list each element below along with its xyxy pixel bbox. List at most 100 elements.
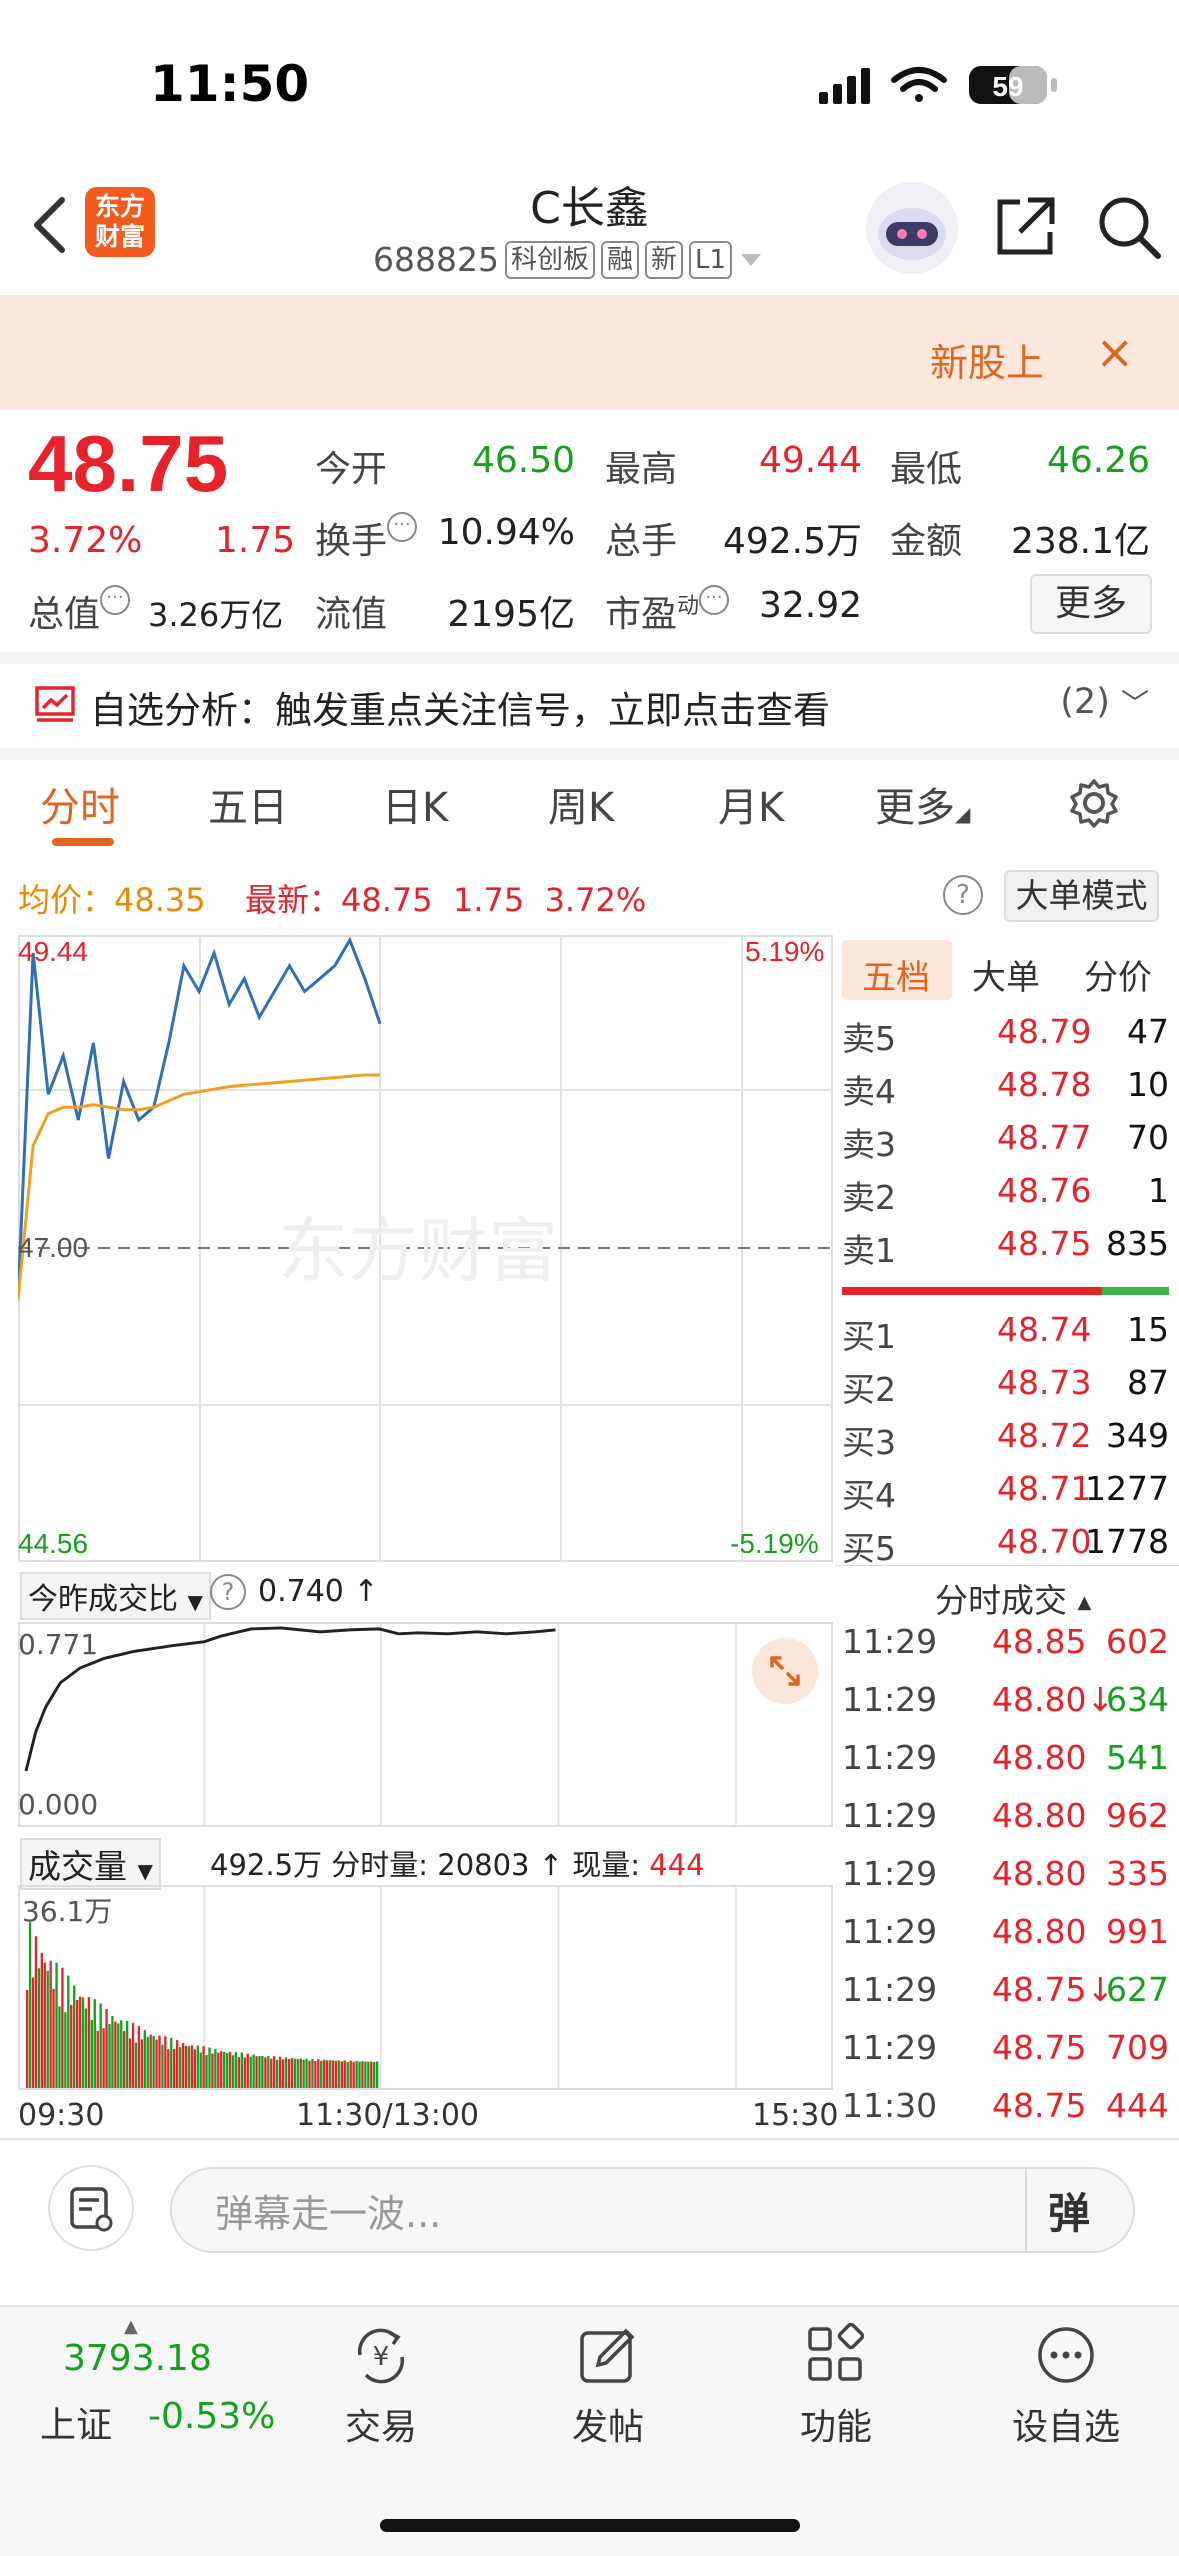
pe-label[interactable]: 市盈动 ··· <box>605 585 730 637</box>
tab-five-day[interactable]: 五日 <box>208 775 288 833</box>
last-change: 1.75 <box>452 881 525 919</box>
index-pct[interactable]: -0.53% <box>148 2396 275 2437</box>
volume-bar <box>108 2024 111 2088</box>
ask-row[interactable]: 卖3 48.77 70 <box>842 1118 1169 1171</box>
nav-post[interactable]: 发帖 <box>528 2398 688 2450</box>
amount-value: 238.1亿 <box>1010 521 1150 562</box>
index-value[interactable]: 3793.18 <box>63 2338 212 2379</box>
bid-row[interactable]: 买1 48.74 15 <box>842 1310 1169 1363</box>
volume-bar <box>352 2061 355 2088</box>
tick-time: 11:29 <box>842 1970 938 2009</box>
tick-volume: 602 <box>1106 1622 1169 1661</box>
high-value: 49.44 <box>758 440 862 481</box>
ask-volume: 1 <box>1148 1171 1169 1210</box>
nav-add-watchlist[interactable]: 设自选 <box>986 2398 1146 2450</box>
danmu-toggle-icon[interactable]: 弹 <box>1048 2180 1090 2241</box>
volume-bar <box>202 2046 205 2088</box>
turnover-label[interactable]: 换手 ··· <box>315 512 418 564</box>
help-icon[interactable]: ? <box>210 1574 246 1610</box>
caret-icon: ◢ <box>955 802 971 826</box>
volume-bar <box>64 2012 67 2088</box>
index-name[interactable]: 上证 <box>40 2396 112 2448</box>
close-icon[interactable]: × <box>1095 325 1134 379</box>
ratio-select[interactable]: 今昨成交比 ▼ <box>20 1572 211 1620</box>
volume-bar <box>84 2008 88 2088</box>
y-axis-top: 49.44 <box>18 936 89 967</box>
volume-bar <box>25 1989 29 2088</box>
apps-grid-icon[interactable] <box>804 2323 868 2387</box>
share-icon[interactable] <box>990 192 1060 262</box>
volume-bar <box>340 2061 344 2088</box>
tick-time: 11:29 <box>842 1622 938 1661</box>
ratio-axis-bottom: 0.000 <box>18 1788 99 1821</box>
chart-grid: 东方财富 <box>18 935 833 1562</box>
robot-avatar[interactable] <box>866 182 958 274</box>
caret-down-icon: ▼ <box>137 1859 153 1883</box>
volume-bar <box>99 2003 102 2088</box>
volume-bar <box>217 2052 220 2088</box>
tab-price-distribution[interactable]: 分价 <box>1084 950 1152 999</box>
pct-axis-bottom: -5.19% <box>730 1528 819 1559</box>
hint-icon: ··· <box>100 585 131 615</box>
ask-volume: 10 <box>1127 1065 1169 1104</box>
volume-bar <box>346 2061 349 2088</box>
volume-bar <box>196 2045 199 2088</box>
tab-five-levels[interactable]: 五档 <box>862 950 930 999</box>
tab-big-orders[interactable]: 大单 <box>972 950 1040 999</box>
low-label: 最低 <box>890 449 963 490</box>
bid-row[interactable]: 买2 48.73 87 <box>842 1363 1169 1416</box>
analysis-text[interactable]: 自选分析：触发重点关注信号，立即点击查看 <box>90 680 830 734</box>
volume-bar <box>278 2056 282 2088</box>
float-value: 2195亿 <box>447 594 575 635</box>
more-button[interactable]: 更多 <box>1030 574 1152 634</box>
comment-list-icon[interactable] <box>48 2165 134 2251</box>
tab-intraday[interactable]: 分时 <box>40 775 120 833</box>
bid-row[interactable]: 买4 48.71 1277 <box>842 1469 1169 1522</box>
search-icon[interactable] <box>1094 192 1164 262</box>
volume-bar <box>293 2058 296 2088</box>
ask-row[interactable]: 卖5 48.79 47 <box>842 1012 1169 1065</box>
stock-code-row[interactable]: 688825 科创板 融 新 L1 <box>373 240 764 279</box>
wifi-icon <box>891 67 947 102</box>
turnover-label-text: 换手 <box>315 521 388 562</box>
market-cap-label[interactable]: 总值 ··· <box>28 585 131 637</box>
volume-bar <box>111 2015 114 2088</box>
tab-monthly-k[interactable]: 月K <box>718 775 784 833</box>
volume-bar <box>375 2061 379 2088</box>
ticks-title[interactable]: 分时成交 ▲ <box>935 1574 1091 1622</box>
volume-bar <box>290 2058 294 2088</box>
help-icon[interactable]: ? <box>943 875 983 915</box>
settings-gear-icon[interactable] <box>1068 777 1120 829</box>
volume-bar <box>308 2060 311 2088</box>
tab-weekly-k[interactable]: 周K <box>548 775 614 833</box>
nav-function[interactable]: 功能 <box>756 2398 916 2450</box>
volume-bar <box>264 2057 267 2088</box>
ask-row[interactable]: 卖1 48.75 835 <box>842 1224 1169 1277</box>
big-order-mode-button[interactable]: 大单模式 <box>1004 870 1159 922</box>
expand-arrows <box>770 1656 800 1686</box>
tab-more[interactable]: 更多◢ <box>875 775 970 833</box>
volume-select[interactable]: 成交量 ▼ <box>20 1838 161 1890</box>
ask-row[interactable]: 卖4 48.78 10 <box>842 1065 1169 1118</box>
bid-row[interactable]: 买5 48.70 1778 <box>842 1522 1169 1575</box>
nav-trade[interactable]: 交易 <box>301 2398 461 2450</box>
ask-row[interactable]: 卖2 48.76 1 <box>842 1171 1169 1224</box>
volume-bar <box>367 2061 370 2088</box>
more-dots-icon[interactable] <box>1034 2323 1098 2387</box>
open-value: 46.50 <box>471 440 575 481</box>
volume-bar <box>37 1968 41 2088</box>
volume-bar <box>364 2061 367 2088</box>
bid-row[interactable]: 买3 48.72 349 <box>842 1416 1169 1469</box>
compose-icon[interactable] <box>576 2323 640 2387</box>
tick-price: 48.75 <box>992 2028 1087 2067</box>
volume-bar <box>73 1985 76 2088</box>
expand-icon[interactable] <box>752 1638 818 1704</box>
hint-icon: ··· <box>387 512 418 542</box>
pe-dynamic-sup: 动 <box>677 594 700 619</box>
volume-bar <box>243 2057 246 2088</box>
tab-daily-k[interactable]: 日K <box>382 775 448 833</box>
trade-icon[interactable]: ¥ <box>348 2325 414 2387</box>
analysis-count[interactable]: (2) ﹀ <box>1060 682 1149 722</box>
volume-bar <box>284 2057 288 2088</box>
volume-bar <box>90 2020 94 2088</box>
